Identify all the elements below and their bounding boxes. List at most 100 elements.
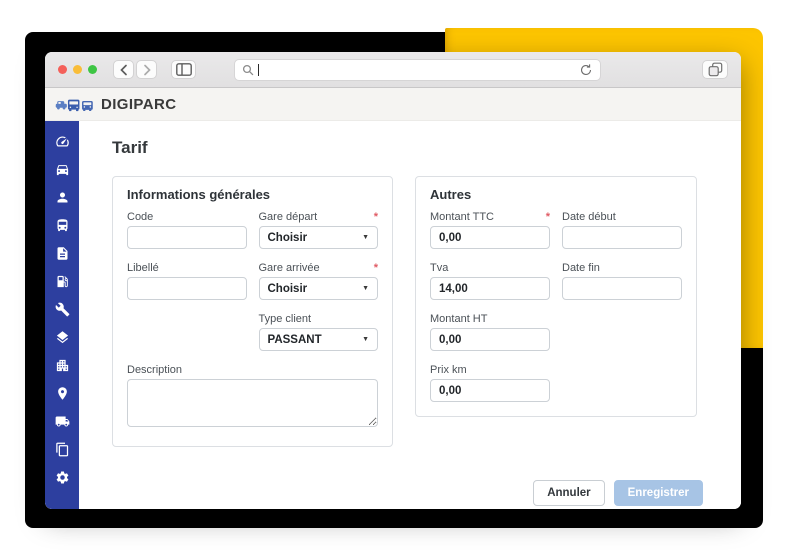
sidebar-item-fuel[interactable] [45,267,79,295]
chevron-down-icon: ▼ [362,336,369,343]
montant-ttc-label: Montant TTC [430,211,494,223]
field-code: Code [127,211,247,249]
gare-depart-label: Gare départ [258,211,318,223]
field-date-fin: Date fin [562,262,682,300]
page-title: Tarif [112,138,148,157]
text-cursor [258,63,259,76]
field-prix-km: Prix km [430,364,550,402]
form-actions: Annuler Enregistrer [112,480,703,506]
date-debut-input[interactable] [562,226,682,249]
type-client-select[interactable]: PASSANT ▼ [258,328,378,351]
required-marker: * [373,211,378,223]
date-fin-input[interactable] [562,277,682,300]
sidebar-item-map[interactable] [45,379,79,407]
date-fin-label: Date fin [562,262,600,274]
sidebar-toggle-button[interactable] [171,60,196,79]
sidebar-nav [45,121,79,509]
montant-ht-input[interactable] [430,328,550,351]
prix-km-label: Prix km [430,364,467,376]
building-icon [56,359,68,371]
field-date-debut: Date début [562,211,682,249]
brand-name: DIGIPARC [101,95,177,113]
prix-km-input[interactable] [430,379,550,402]
gare-arrivee-label: Gare arrivée [258,262,320,274]
main-content: Tarif Informations générales Code Gare d… [79,121,741,509]
code-input[interactable] [127,226,247,249]
libelle-label: Libellé [127,262,159,274]
tab-overview-button[interactable] [702,60,728,79]
field-montant-ht: Montant HT [430,313,550,351]
form-panels: Informations générales Code Gare départ *… [112,176,703,447]
montant-ttc-input[interactable] [430,226,550,249]
browser-window: DIGIPARC Tarif Informations générales Co… [45,52,741,509]
sidebar-item-layers[interactable] [45,323,79,351]
fuel-pump-icon [57,275,68,287]
map-pin-icon [57,386,67,400]
window-controls [58,65,97,74]
address-search-field[interactable] [234,58,601,81]
wrench-icon [55,302,69,316]
grid-spacer [127,313,247,351]
field-gare-arrivee: Gare arrivée * Choisir ▼ [258,262,378,300]
sidebar-panel-icon [175,63,192,76]
sidebar-item-settings[interactable] [45,463,79,491]
required-marker: * [373,262,378,274]
sidebar-item-agencies[interactable] [45,351,79,379]
required-marker: * [545,211,550,223]
sidebar-item-users[interactable] [45,183,79,211]
sidebar-item-maintenance[interactable] [45,295,79,323]
gear-icon [56,471,68,483]
save-button[interactable]: Enregistrer [613,480,703,506]
gare-arrivee-select[interactable]: Choisir ▼ [258,277,378,300]
brand-logo[interactable]: DIGIPARC [55,96,176,113]
chevron-down-icon: ▼ [362,285,369,292]
bus-driver-icon [57,218,67,231]
sidebar-item-drivers[interactable] [45,211,79,239]
user-icon [57,192,67,202]
chevron-left-icon [119,64,127,75]
montant-ht-label: Montant HT [430,313,488,325]
type-client-label: Type client [258,313,312,325]
sidebar-item-vehicles[interactable] [45,155,79,183]
tva-input[interactable] [430,277,550,300]
sidebar-item-dashboard[interactable] [45,127,79,155]
field-type-client: Type client PASSANT ▼ [258,313,378,351]
cancel-button[interactable]: Annuler [533,480,605,506]
date-debut-label: Date début [562,211,616,223]
back-button[interactable] [113,60,134,79]
panel-informations-generales: Informations générales Code Gare départ *… [112,176,393,447]
grid-spacer [562,313,682,351]
document-icon [57,246,67,260]
zoom-window-button[interactable] [88,65,97,74]
code-label: Code [127,211,154,223]
dashboard-icon [55,136,69,147]
gare-depart-select[interactable]: Choisir ▼ [258,226,378,249]
app-body: Tarif Informations générales Code Gare d… [45,121,741,509]
tva-label: Tva [430,262,449,274]
panel-title: Informations générales [127,187,271,202]
minimize-window-button[interactable] [73,65,82,74]
sidebar-item-documents[interactable] [45,239,79,267]
copy-documents-icon [55,442,68,456]
vehicles-logo-icon [55,99,93,111]
field-libelle: Libellé [127,262,247,300]
nav-buttons [113,60,157,79]
sidebar-item-trucks[interactable] [45,407,79,435]
field-montant-ttc: Montant TTC * [430,211,550,249]
description-textarea[interactable] [127,379,378,427]
chevron-down-icon: ▼ [362,234,369,241]
sidebar-item-files[interactable] [45,435,79,463]
app-header: DIGIPARC [45,88,741,121]
libelle-input[interactable] [127,277,247,300]
field-gare-depart: Gare départ * Choisir ▼ [258,211,378,249]
refresh-icon[interactable] [579,63,593,77]
field-tva: Tva [430,262,550,300]
layers-icon [56,330,68,343]
forward-button[interactable] [136,60,157,79]
description-label: Description [127,364,183,376]
search-icon [242,64,254,75]
panel-autres: Autres Montant TTC * Date début Tva [415,176,697,417]
field-description: Description [127,364,378,432]
close-window-button[interactable] [58,65,67,74]
tabs-icon [708,62,722,77]
